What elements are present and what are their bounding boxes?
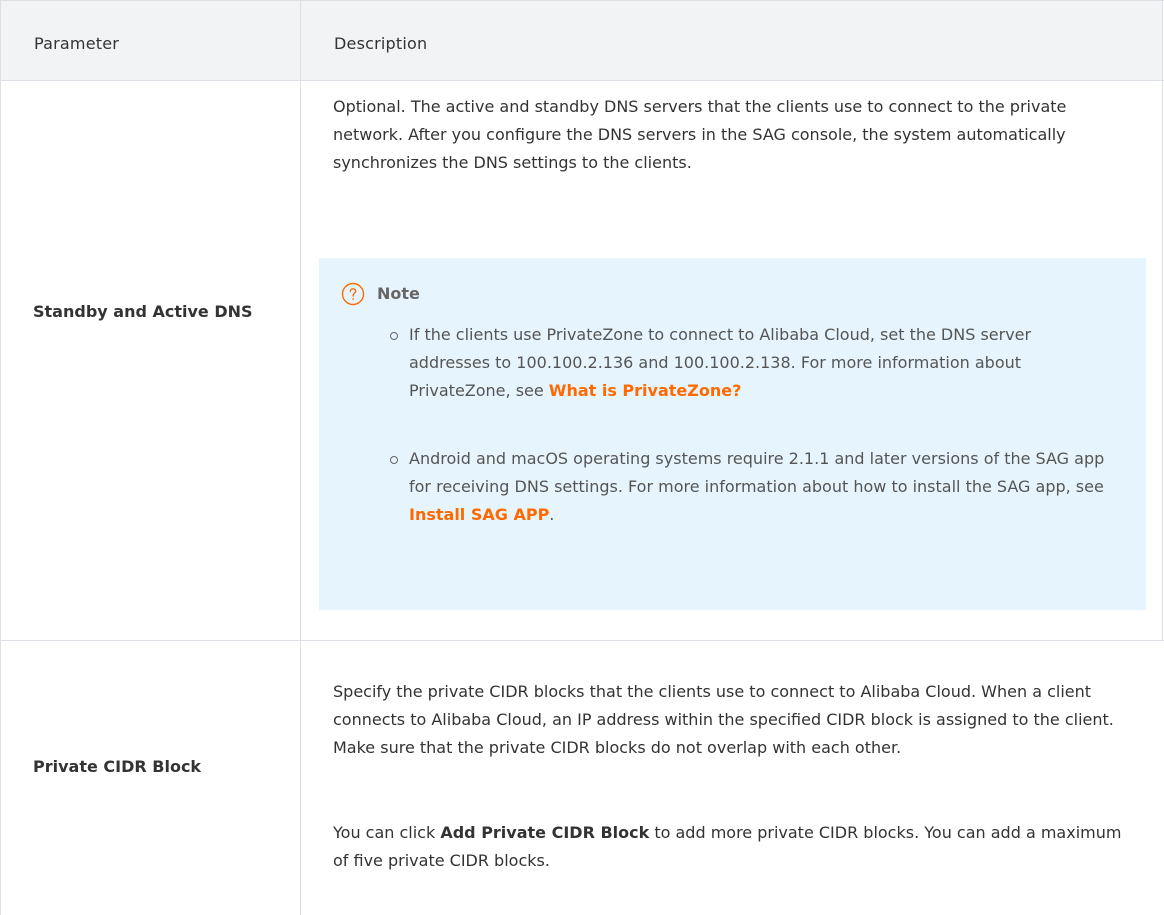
link-what-is-privatezone[interactable]: What is PrivateZone? xyxy=(549,381,742,400)
header-parameter: Parameter xyxy=(34,34,120,53)
note-title: Note xyxy=(377,284,420,303)
table-left-border xyxy=(0,0,1,915)
row-divider xyxy=(0,640,1164,641)
desc-private-cidr-block: Specify the private CIDR blocks that the… xyxy=(333,682,1114,757)
note-item-text: Android and macOS operating systems requ… xyxy=(409,449,1105,496)
desc-private-cidr-block-extra: You can click Add Private CIDR Block to … xyxy=(333,823,1122,870)
list-item: Android and macOS operating systems requ… xyxy=(390,445,1109,529)
param-standby-active-dns: Standby and Active DNS xyxy=(33,302,253,321)
add-private-cidr-block-label: Add Private CIDR Block xyxy=(440,823,650,842)
column-divider xyxy=(300,0,301,915)
header-description: Description xyxy=(334,34,428,53)
note-item-suffix: . xyxy=(549,505,555,524)
table-header-row: Parameter Description xyxy=(1,1,1162,80)
header-bottom-border xyxy=(0,80,1164,81)
note-box: Note If the clients use PrivateZone to c… xyxy=(319,258,1146,610)
param-private-cidr-block: Private CIDR Block xyxy=(33,757,202,776)
bullet-circle xyxy=(390,456,398,464)
bullet-circle xyxy=(390,332,398,340)
link-install-sag-app[interactable]: Install SAG APP xyxy=(409,505,549,524)
parameter-table: Parameter Description Standby and Active… xyxy=(0,0,1164,915)
table-top-border xyxy=(0,0,1164,1)
list-item: If the clients use PrivateZone to connec… xyxy=(390,321,1109,405)
desc-standby-active-dns: Optional. The active and standby DNS ser… xyxy=(333,97,1067,172)
table-right-border xyxy=(1162,0,1163,640)
question-circle-icon xyxy=(341,282,365,306)
